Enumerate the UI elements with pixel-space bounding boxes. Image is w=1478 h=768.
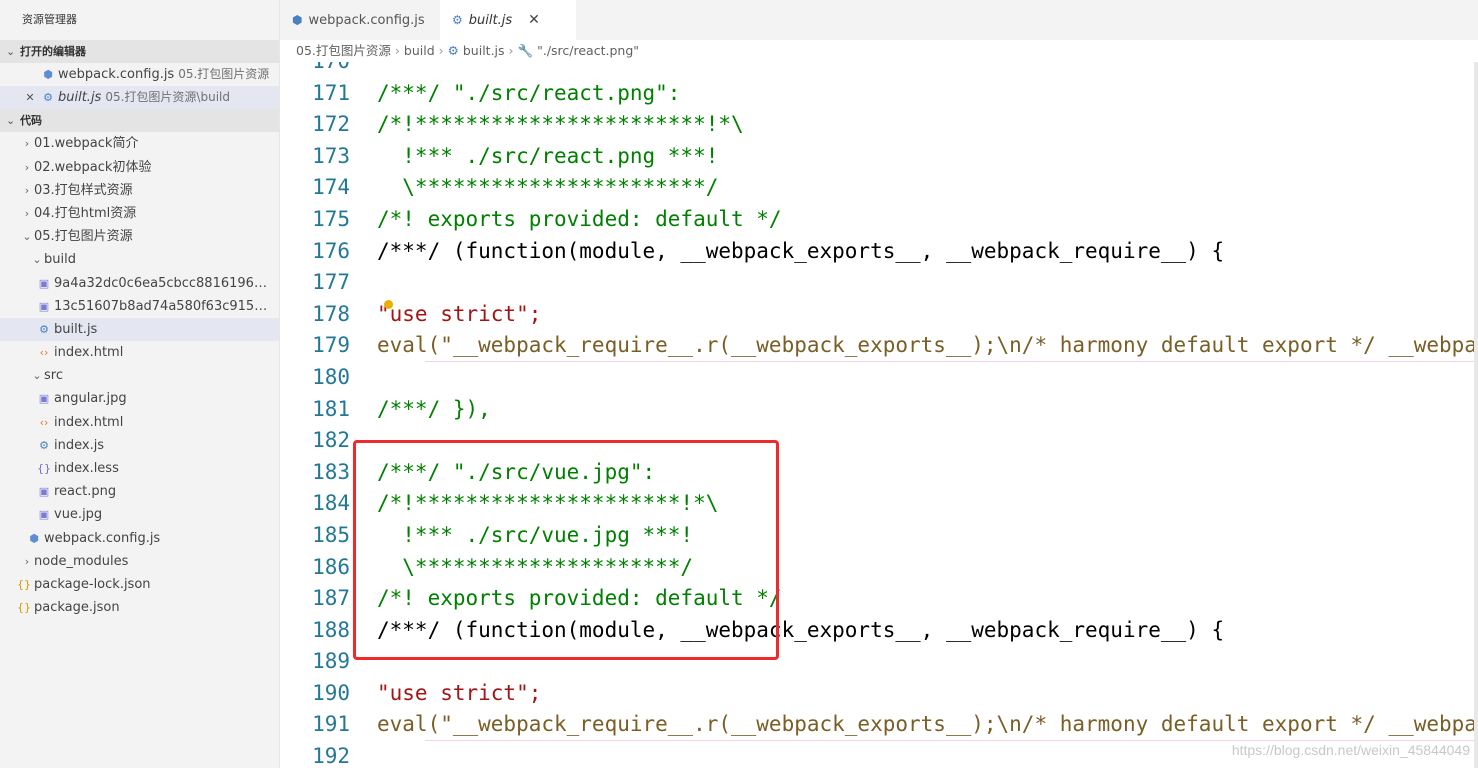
vertical-scrollbar[interactable] (1474, 62, 1478, 768)
tree-folder[interactable]: ⌄ build (0, 248, 279, 271)
chevron-right-icon: › (508, 43, 514, 58)
lightbulb-icon[interactable] (384, 300, 393, 309)
tree-folder[interactable]: › 03.打包样式资源 (0, 179, 279, 202)
explorer-sidebar: 资源管理器 ⌄ 打开的编辑器 ⬢ webpack.config.js 05.打包图片资… (0, 0, 280, 768)
code-line: 186 \*********************/ (312, 554, 694, 579)
tree-file[interactable]: ‹› index.html (0, 411, 279, 434)
code-line: 185 !*** ./src/vue.jpg ***! (312, 522, 694, 547)
code-line: 170 (280, 62, 1478, 78)
code-line: 179 eval("__webpack_require__.r(__webpack… (312, 333, 1477, 358)
tree-file[interactable]: {} package-lock.json (0, 573, 279, 596)
image-file-icon: ▣ (38, 392, 50, 406)
js-file-icon: ⚙ (452, 13, 463, 27)
tree-folder[interactable]: › 04.打包html资源 (0, 202, 279, 225)
tree-file[interactable]: ▣ vue.jpg (0, 503, 279, 526)
tree-file[interactable]: ▣ 9a4a32dc0c6ea5cbcc881619660ad... (0, 272, 279, 295)
squiggle-underline (425, 740, 1478, 741)
open-editor-webpack-config[interactable]: ⬢ webpack.config.js 05.打包图片资源 (0, 63, 279, 86)
chevron-right-icon: › (24, 206, 30, 220)
code-line: 180 (312, 364, 350, 389)
breadcrumb-item[interactable]: build (404, 43, 435, 58)
close-icon[interactable]: ✕ (528, 12, 540, 28)
html-file-icon: ‹› (39, 415, 49, 429)
chevron-right-icon: › (438, 43, 444, 58)
image-file-icon: ▣ (38, 508, 50, 522)
tree-file[interactable]: {} index.less (0, 457, 279, 480)
code-line: 178 "use strict"; (312, 301, 542, 326)
tree-folder[interactable]: › 01.webpack简介 (0, 132, 279, 155)
code-line: 171/***/ "./src/react.png": (312, 80, 681, 105)
tab-bar: ⬢ webpack.config.js ⚙ built.js ✕ (280, 0, 1478, 40)
code-line: 173 !*** ./src/react.png ***! (312, 143, 719, 168)
chevron-right-icon: › (24, 160, 30, 174)
breadcrumb-item[interactable]: built.js (463, 43, 505, 58)
chevron-down-icon: ⌄ (22, 230, 32, 244)
chevron-down-icon: ⌄ (6, 114, 16, 128)
tree-folder[interactable]: ⌄ src (0, 364, 279, 387)
tree-file[interactable]: ⚙ index.js (0, 434, 279, 457)
html-file-icon: ‹› (39, 346, 49, 360)
image-file-icon: ▣ (38, 485, 50, 499)
image-file-icon: ▣ (38, 276, 50, 290)
json-file-icon: {} (17, 601, 31, 615)
tree-folder[interactable]: › node_modules (0, 550, 279, 573)
chevron-right-icon: › (24, 137, 30, 151)
tab-webpack-config[interactable]: ⬢ webpack.config.js (280, 0, 440, 40)
chevron-right-icon: › (24, 554, 30, 568)
code-line: 175/*! exports provided: default */ (312, 206, 782, 231)
folder-header[interactable]: ⌄ 代码 (0, 109, 279, 133)
wrench-icon: 🔧 (517, 43, 534, 58)
code-editor[interactable]: 170 171/***/ "./src/react.png": 172/*!**… (280, 62, 1478, 768)
code-line: 187/*! exports provided: default */ (312, 586, 782, 611)
code-line: 190 "use strict"; (312, 680, 542, 705)
tree-file[interactable]: ▣ react.png (0, 480, 279, 503)
chevron-right-icon: › (394, 43, 400, 58)
explorer-title: 资源管理器 (22, 13, 77, 26)
webpack-file-icon: ⬢ (29, 531, 39, 545)
less-file-icon: {} (37, 462, 51, 475)
tree-file[interactable]: ⚙ built.js (0, 317, 279, 342)
code-line: 189 (312, 649, 350, 674)
code-line: 181/***/ }), (312, 396, 491, 421)
code-lines: 170 171/***/ "./src/react.png": 172/*!**… (280, 62, 1478, 768)
code-line: 188/***/ (function(module, __webpack_exp… (312, 617, 1225, 642)
chevron-down-icon: ⌄ (32, 253, 42, 267)
json-file-icon: {} (17, 577, 31, 591)
webpack-file-icon: ⬢ (292, 13, 303, 27)
js-file-icon: ⚙ (447, 43, 459, 58)
breadcrumb: 05.打包图片资源 › build › ⚙ built.js › 🔧 "./src/react.… (280, 40, 1478, 62)
close-icon[interactable]: ✕ (22, 86, 38, 109)
webpack-file-icon: ⬢ (43, 68, 53, 81)
tree-folder[interactable]: ⌄ 05.打包图片资源 (0, 225, 279, 248)
chevron-right-icon: › (24, 183, 30, 197)
code-line: 172/*!***********************!*\ (312, 112, 744, 137)
code-line: 183/***/ "./src/vue.jpg": (312, 459, 656, 484)
code-line: 176/***/ (function(module, __webpack_exp… (312, 238, 1225, 263)
tree-file[interactable]: ‹› index.html (0, 341, 279, 364)
open-editors-header[interactable]: ⌄ 打开的编辑器 (0, 40, 279, 63)
tree-file[interactable]: {} package.json (0, 596, 279, 619)
squiggle-underline (425, 361, 1478, 362)
breadcrumb-item[interactable]: "./src/react.png" (537, 43, 639, 58)
open-editor-built-js[interactable]: ✕ ⚙ built.js 05.打包图片资源\build (0, 86, 279, 110)
tree-file[interactable]: ▣ angular.jpg (0, 387, 279, 410)
tab-built-js[interactable]: ⚙ built.js ✕ (440, 0, 576, 40)
js-file-icon: ⚙ (43, 91, 53, 105)
js-file-icon: ⚙ (39, 322, 49, 336)
image-file-icon: ▣ (38, 299, 50, 313)
watermark: https://blog.csdn.net/weixin_45844049 (1231, 742, 1470, 758)
chevron-down-icon: ⌄ (6, 45, 16, 58)
tree-folder[interactable]: › 02.webpack初体验 (0, 156, 279, 179)
chevron-down-icon: ⌄ (32, 369, 42, 383)
js-file-icon: ⚙ (39, 438, 49, 452)
tree-file[interactable]: ▣ 13c51607b8ad74a580f63c915a7e0... (0, 295, 279, 318)
breadcrumb-item[interactable]: 05.打包图片资源 (296, 43, 391, 58)
code-line: 191 eval("__webpack_require__.r(__webpack… (312, 712, 1477, 737)
code-line: 184/*!*********************!*\ (312, 491, 719, 516)
tree-file[interactable]: ⬢ webpack.config.js (0, 527, 279, 550)
code-line: 182 (312, 428, 350, 453)
code-line: 174 \***********************/ (312, 175, 719, 200)
code-line: 177 (312, 270, 350, 295)
